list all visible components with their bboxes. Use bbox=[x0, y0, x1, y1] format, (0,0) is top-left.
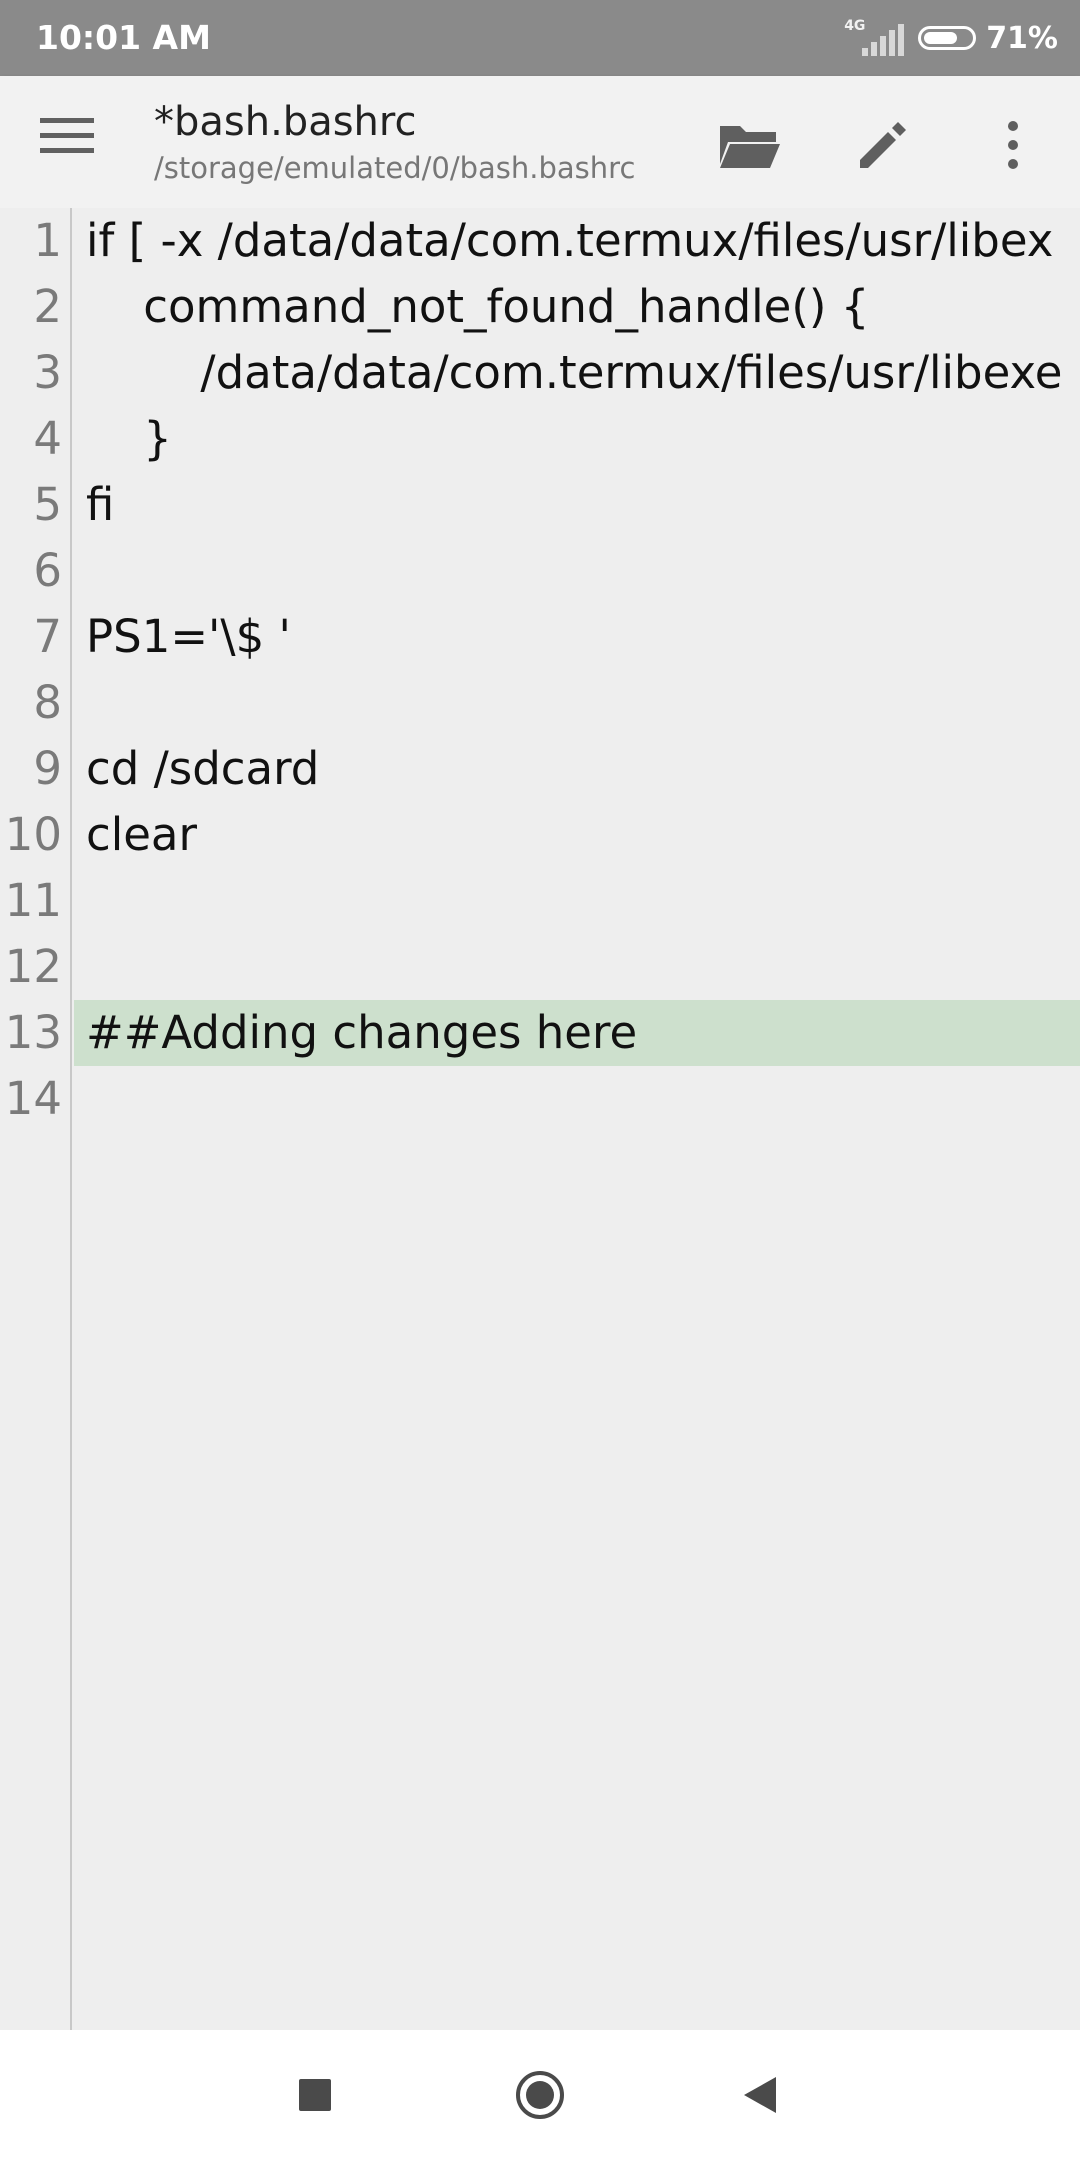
edit-button[interactable] bbox=[848, 110, 918, 180]
code-editor[interactable]: 1 if [ -x /data/data/com.termux/files/usr… bbox=[0, 208, 1080, 2030]
line-number: 9 bbox=[33, 742, 62, 795]
file-path: /storage/emulated/0/bash.bashrc bbox=[154, 151, 636, 185]
status-icons: 4G 71% bbox=[844, 14, 1058, 62]
code-line[interactable]: 3 /data/data/com.termux/files/usr/libexe bbox=[0, 340, 1080, 406]
code-line[interactable]: 2 command_not_found_handle() { bbox=[0, 274, 1080, 340]
line-number: 7 bbox=[33, 610, 62, 663]
line-number: 4 bbox=[33, 412, 62, 465]
battery-percent: 71% bbox=[986, 20, 1058, 56]
recent-apps-icon bbox=[299, 2079, 331, 2111]
home-icon bbox=[516, 2071, 564, 2119]
code-line[interactable]: 8 bbox=[0, 670, 1080, 736]
code-line[interactable]: 14 bbox=[0, 1066, 1080, 1132]
menu-icon bbox=[40, 118, 94, 153]
code-line[interactable]: 1 if [ -x /data/data/com.termux/files/usr… bbox=[0, 208, 1080, 274]
code-line[interactable]: 13 ##Adding changes here bbox=[0, 1000, 1080, 1066]
code-line[interactable]: 7 PS1='\$ ' bbox=[0, 604, 1080, 670]
line-number: 10 bbox=[4, 808, 62, 861]
code-line[interactable]: 4 } bbox=[0, 406, 1080, 472]
more-vert-icon bbox=[1008, 121, 1018, 169]
back-button[interactable] bbox=[725, 2060, 795, 2130]
recent-apps-button[interactable] bbox=[280, 2060, 350, 2130]
folder-open-icon bbox=[720, 126, 780, 168]
line-number: 8 bbox=[33, 676, 62, 729]
line-number: 3 bbox=[33, 346, 62, 399]
code-line[interactable]: 6 bbox=[0, 538, 1080, 604]
line-text[interactable]: } bbox=[86, 406, 172, 472]
home-button[interactable] bbox=[505, 2060, 575, 2130]
line-text[interactable]: if [ -x /data/data/com.termux/files/usr/… bbox=[86, 208, 1053, 274]
battery-icon bbox=[918, 26, 977, 50]
line-text[interactable]: PS1='\$ ' bbox=[86, 604, 291, 670]
line-number: 11 bbox=[4, 874, 62, 927]
line-number: 1 bbox=[33, 214, 62, 267]
navigation-bar bbox=[0, 2030, 1080, 2160]
line-number: 5 bbox=[33, 478, 62, 531]
code-line[interactable]: 5 fi bbox=[0, 472, 1080, 538]
battery-indicator: 71% bbox=[918, 21, 1058, 56]
code-line[interactable]: 12 bbox=[0, 934, 1080, 1000]
file-title: *bash.bashrc bbox=[154, 99, 417, 145]
line-text[interactable]: command_not_found_handle() { bbox=[86, 274, 869, 340]
line-number: 14 bbox=[4, 1072, 62, 1125]
code-line[interactable]: 10 clear bbox=[0, 802, 1080, 868]
more-options-button[interactable] bbox=[978, 110, 1048, 180]
title-block: *bash.bashrc /storage/emulated/0/bash.ba… bbox=[154, 98, 635, 186]
line-text[interactable]: cd /sdcard bbox=[86, 736, 319, 802]
pencil-icon bbox=[860, 122, 906, 168]
app-bar: *bash.bashrc /storage/emulated/0/bash.ba… bbox=[0, 76, 1080, 208]
battery-fill bbox=[924, 32, 958, 44]
back-icon bbox=[744, 2077, 776, 2113]
status-bar: 10:01 AM 4G 71% bbox=[0, 0, 1080, 76]
line-text[interactable]: fi bbox=[86, 472, 114, 538]
line-number: 6 bbox=[33, 544, 62, 597]
line-text[interactable]: ##Adding changes here bbox=[86, 1000, 637, 1066]
code-line[interactable]: 9 cd /sdcard bbox=[0, 736, 1080, 802]
line-number: 2 bbox=[33, 280, 62, 333]
line-number: 12 bbox=[4, 940, 62, 993]
status-time: 10:01 AM bbox=[36, 18, 211, 57]
signal-icon: 4G bbox=[844, 18, 905, 58]
line-text[interactable]: clear bbox=[86, 802, 197, 868]
menu-button[interactable] bbox=[40, 116, 114, 174]
line-number: 13 bbox=[4, 1006, 62, 1059]
line-text[interactable]: /data/data/com.termux/files/usr/libexe bbox=[86, 340, 1062, 406]
code-line[interactable]: 11 bbox=[0, 868, 1080, 934]
open-folder-button[interactable] bbox=[714, 110, 784, 180]
